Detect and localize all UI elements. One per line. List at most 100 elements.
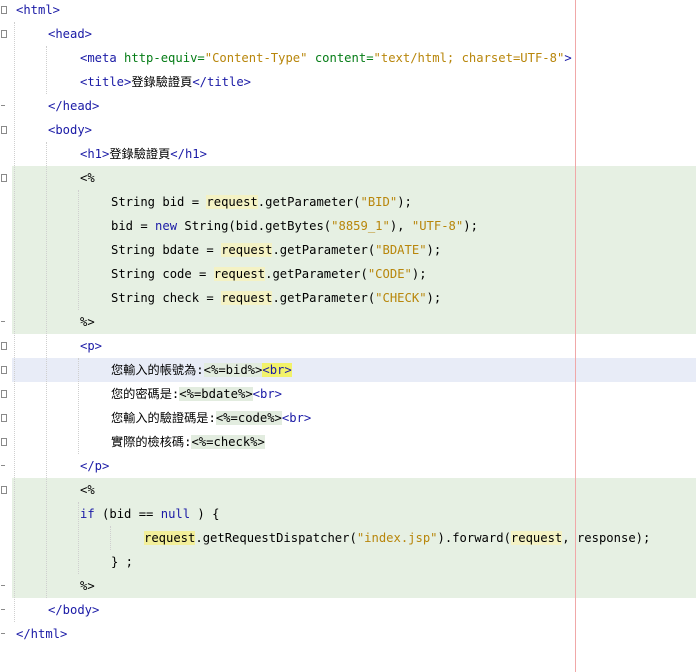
code-text: .getParameter( [265, 267, 368, 281]
code-line-15[interactable]: <p> [80, 334, 102, 358]
keyword-new: new [155, 219, 178, 233]
title-open-tag: <title> [80, 75, 132, 89]
code-line-16[interactable]: 您輸入的帳號為:<%=bid%><br> [111, 358, 292, 382]
fold-toggle-icon[interactable] [1, 438, 7, 446]
code-line-2[interactable]: <head> [48, 22, 92, 46]
code-text: , response); [562, 531, 651, 545]
indent-guide [110, 526, 111, 550]
code-line-4[interactable]: <title>登錄驗證頁</title> [80, 70, 251, 94]
code-text: (bid == [94, 507, 161, 521]
html-close-tag: </html> [16, 627, 68, 641]
head-open-tag: <head> [48, 27, 93, 41]
label-text: 您輸入的驗證碼是: [111, 411, 216, 425]
code-text: ); [426, 243, 442, 257]
code-text: ).forward( [437, 531, 511, 545]
code-text: .getParameter( [272, 243, 376, 257]
code-line-22[interactable]: if (bid == null ) { [80, 502, 219, 526]
code-line-13[interactable]: String check = request.getParameter("CHE… [111, 286, 441, 310]
label-text: 實際的檢核碼: [111, 435, 192, 449]
fold-toggle-icon[interactable] [1, 342, 7, 350]
code-text: String code = [111, 267, 214, 281]
fold-end-icon [1, 585, 5, 586]
br-tag: <br> [262, 363, 292, 377]
fold-toggle-icon[interactable] [1, 6, 7, 14]
h1-text: 登錄驗證頁 [109, 147, 171, 161]
body-open-tag: <body> [48, 123, 93, 137]
code-line-26[interactable]: </body> [48, 598, 99, 622]
h1-close-tag: </h1> [170, 147, 207, 161]
code-line-3[interactable]: <meta http-equiv="Content-Type" content=… [80, 46, 572, 70]
code-line-6[interactable]: <body> [48, 118, 92, 142]
code-line-9[interactable]: String bid = request.getParameter("BID")… [111, 190, 412, 214]
fold-toggle-icon[interactable] [1, 366, 7, 374]
code-text: ) { [190, 507, 220, 521]
code-editor[interactable]: <html> <head> <meta http-equiv="Content-… [0, 0, 696, 672]
code-line-7[interactable]: <h1>登錄驗證頁</h1> [80, 142, 207, 166]
string-literal: "CHECK" [375, 291, 427, 305]
scriptlet-open: <% [80, 171, 95, 185]
html-open-tag: <html> [16, 3, 61, 17]
string-literal: "CODE" [367, 267, 412, 281]
scriptlet-close: %> [80, 579, 95, 593]
code-line-12[interactable]: String code = request.getParameter("CODE… [111, 262, 427, 286]
fold-toggle-icon[interactable] [1, 174, 7, 182]
code-line-14[interactable]: %> [80, 310, 95, 334]
request-token: request [206, 195, 258, 209]
h1-open-tag: <h1> [80, 147, 110, 161]
request-token: request [510, 531, 563, 545]
code-line-10[interactable]: bid = new String(bid.getBytes("8859_1"),… [111, 214, 478, 238]
fold-toggle-icon[interactable] [1, 390, 7, 398]
code-line-20[interactable]: </p> [80, 454, 109, 478]
indent-guide [78, 502, 79, 574]
gutter [0, 0, 12, 672]
fold-end-icon [1, 105, 5, 106]
right-margin-line [575, 0, 576, 672]
fold-toggle-icon[interactable] [1, 126, 7, 134]
indent-guide [46, 46, 47, 94]
keyword-null: null [160, 507, 191, 521]
request-token: request [221, 243, 273, 257]
code-line-23[interactable]: request.getRequestDispatcher("index.jsp"… [144, 526, 650, 550]
fold-toggle-icon[interactable] [1, 30, 7, 38]
br-tag: <br> [281, 411, 312, 425]
attribute-value: "text/html; charset=UTF-8" [373, 51, 565, 65]
attribute-name: content= [314, 51, 374, 65]
string-literal: "8859_1" [331, 219, 390, 233]
code-text: bid = [111, 219, 156, 233]
code-line-24[interactable]: } ; [111, 550, 133, 574]
code-line-5[interactable]: </head> [48, 94, 99, 118]
code-text: .getParameter( [257, 195, 361, 209]
fold-toggle-icon[interactable] [1, 414, 7, 422]
br-tag: <br> [252, 387, 283, 401]
tag-end: > [564, 51, 572, 65]
code-text: } ; [111, 555, 134, 569]
p-close-tag: </p> [80, 459, 110, 473]
jsp-expression: <%=code%> [215, 411, 282, 425]
p-open-tag: <p> [80, 339, 103, 353]
code-line-8[interactable]: <% [80, 166, 95, 190]
keyword-if: if [80, 507, 95, 521]
fold-end-icon [1, 321, 5, 322]
request-token: request [144, 531, 196, 545]
string-literal: "UTF-8" [411, 219, 464, 233]
fold-toggle-icon[interactable] [1, 486, 7, 494]
code-text: String check = [111, 291, 222, 305]
title-close-tag: </title> [192, 75, 252, 89]
code-text: String bid = [111, 195, 207, 209]
code-line-27[interactable]: </html> [16, 622, 67, 646]
string-literal: "BDATE" [375, 243, 427, 257]
code-line-1[interactable]: <html> [16, 0, 60, 22]
code-line-17[interactable]: 您的密碼是:<%=bdate%><br> [111, 382, 282, 406]
meta-tag: <meta [80, 51, 117, 65]
indent-guide [46, 142, 47, 598]
code-line-25[interactable]: %> [80, 574, 95, 598]
code-line-18[interactable]: 您輸入的驗證碼是:<%=code%><br> [111, 406, 311, 430]
attribute-value: "Content-Type" [204, 51, 308, 65]
code-line-11[interactable]: String bdate = request.getParameter("BDA… [111, 238, 441, 262]
code-line-19[interactable]: 實際的檢核碼:<%=check%> [111, 430, 265, 454]
fold-end-icon [1, 633, 5, 634]
code-line-21[interactable]: <% [80, 478, 95, 502]
scriptlet-close: %> [80, 315, 95, 329]
jsp-expression: <%=bid%> [203, 363, 263, 377]
code-text: ); [411, 267, 427, 281]
